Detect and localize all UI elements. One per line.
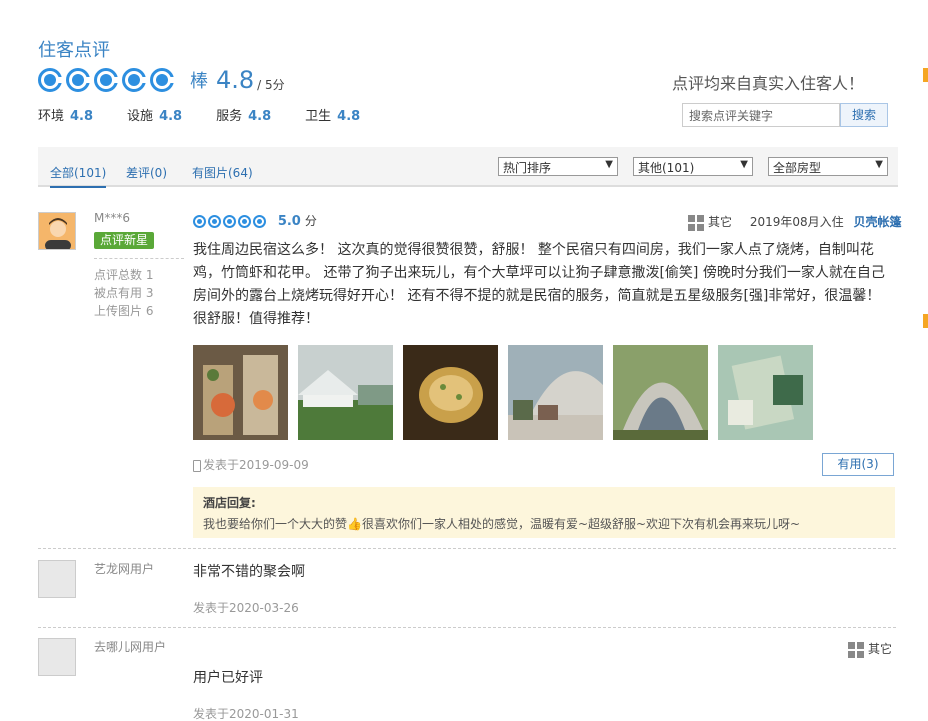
review-photo[interactable] bbox=[403, 345, 498, 440]
tab-negative[interactable]: 差评(0) bbox=[126, 164, 167, 181]
rating-circle-icon bbox=[150, 68, 174, 92]
overall-rating: 棒 4.8 / 5分 bbox=[38, 66, 285, 94]
rating-circle-icon bbox=[208, 215, 221, 228]
rating-circle-icon bbox=[223, 215, 236, 228]
rating-circle-icon bbox=[38, 68, 62, 92]
divider bbox=[38, 548, 896, 549]
room-name-link[interactable]: 贝壳帐篷 bbox=[853, 215, 901, 229]
section-title: 住客点评 bbox=[38, 40, 110, 61]
rating-circle-icon bbox=[253, 215, 266, 228]
divider bbox=[94, 258, 184, 259]
side-marker bbox=[923, 314, 928, 328]
rating-circle-icon bbox=[122, 68, 146, 92]
sub-score-facility: 设施 4.8 bbox=[127, 109, 183, 124]
sort-select[interactable]: 热门排序 ▼ bbox=[498, 157, 618, 176]
sub-score-service: 服务 4.8 bbox=[216, 109, 272, 124]
hotel-reply: 酒店回复: 我也要给你们一个大大的赞👍很喜欢你们一家人相处的感觉，温暖有爱~超级… bbox=[193, 487, 895, 538]
rating-circle-icon bbox=[238, 215, 251, 228]
rating-circle-icon bbox=[193, 215, 206, 228]
review-meta: 其它 2019年08月入住 贝壳帐篷 bbox=[688, 213, 902, 231]
review-posted-date: 发表于2020-03-26 bbox=[193, 601, 299, 615]
room-grid-icon bbox=[848, 641, 864, 658]
review-photo[interactable] bbox=[718, 345, 813, 440]
search-button[interactable]: 搜索 bbox=[840, 103, 888, 127]
review-tabbar: 全部(101) 差评(0) 有图片(64) 热门排序 ▼ 其他(101) ▼ 全部房… bbox=[38, 147, 898, 188]
dropdown-arrow-icon: ▼ bbox=[605, 159, 613, 170]
tab-with-photos[interactable]: 有图片(64) bbox=[192, 164, 253, 181]
reviewer-badge: 点评新星 bbox=[94, 232, 155, 249]
room-grid-icon bbox=[688, 214, 704, 231]
review-search-input[interactable]: 搜索点评关键字 bbox=[682, 103, 840, 127]
reply-text: 我也要给你们一个大大的赞👍很喜欢你们一家人相处的感觉，温暖有爱~超级舒服~欢迎下… bbox=[203, 517, 801, 531]
divider bbox=[38, 627, 896, 628]
review-text: 我住周边民宿这么多！ 这次真的觉得很赞很赞，舒服！ 整个民宿只有四间房，我们一家… bbox=[193, 242, 885, 327]
review-posted-date: 发表于2020-01-31 bbox=[193, 707, 299, 721]
other-filter-select[interactable]: 其他(101) ▼ bbox=[633, 157, 753, 176]
review-text: 非常不错的聚会啊 bbox=[193, 564, 305, 580]
review-rating: 5.0 分 bbox=[193, 212, 317, 229]
dropdown-arrow-icon: ▼ bbox=[740, 159, 748, 170]
side-marker bbox=[923, 68, 928, 82]
sub-score-hygiene: 卫生 4.8 bbox=[305, 109, 361, 124]
sub-scores: 环境 4.8 设施 4.8 服务 4.8 卫生 4.8 bbox=[38, 105, 394, 124]
reviewer-name[interactable]: 艺龙网用户 bbox=[94, 560, 154, 577]
rating-word: 棒 bbox=[190, 71, 208, 92]
avatar[interactable] bbox=[38, 560, 76, 598]
reviewer-name[interactable]: M***6 bbox=[94, 211, 130, 225]
room-type-select[interactable]: 全部房型 ▼ bbox=[768, 157, 888, 176]
review-posted-date: 发表于2019-09-09 bbox=[193, 456, 309, 473]
review-photo[interactable] bbox=[613, 345, 708, 440]
authenticity-claim: 点评均来自真实入住客人！ bbox=[671, 74, 864, 93]
review-meta: 其它 bbox=[848, 640, 892, 658]
review-photo[interactable] bbox=[193, 345, 288, 440]
avatar[interactable] bbox=[38, 212, 76, 250]
sub-score-env: 环境 4.8 bbox=[38, 109, 94, 124]
rating-circle-icon bbox=[94, 68, 118, 92]
review-photo[interactable] bbox=[298, 345, 393, 440]
review-text: 用户已好评 bbox=[193, 670, 263, 686]
reply-title: 酒店回复: bbox=[203, 496, 256, 510]
phone-icon bbox=[193, 459, 201, 472]
dropdown-arrow-icon: ▼ bbox=[875, 159, 883, 170]
useful-button[interactable]: 有用(3) bbox=[822, 453, 894, 476]
tab-all[interactable]: 全部(101) bbox=[50, 164, 107, 188]
score-out-of: / 5分 bbox=[257, 77, 285, 92]
review-score: 5.0 bbox=[277, 214, 301, 229]
avatar[interactable] bbox=[38, 638, 76, 676]
rating-circle-icon bbox=[66, 68, 90, 92]
reviewer-stats: 点评总数 1 被点有用 3 上传图片 6 bbox=[94, 268, 154, 318]
review-photo[interactable] bbox=[508, 345, 603, 440]
overall-score: 4.8 bbox=[216, 66, 255, 94]
reviewer-name[interactable]: 去哪儿网用户 bbox=[94, 638, 166, 655]
